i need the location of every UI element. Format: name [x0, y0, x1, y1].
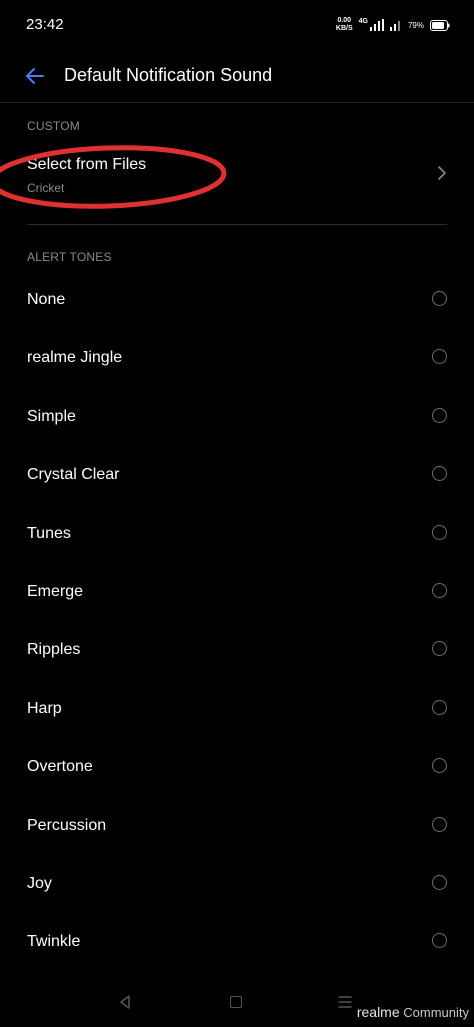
tone-label: Tunes [27, 524, 71, 542]
header-divider [0, 102, 474, 103]
tone-label: None [27, 291, 66, 308]
tone-row[interactable]: Twinkle [0, 913, 474, 971]
tone-label: Ripples [27, 641, 81, 659]
tone-row[interactable]: realme Jingle [0, 329, 474, 387]
radio-unchecked-icon[interactable] [432, 291, 447, 306]
watermark-brand: realme [356, 1004, 400, 1020]
radio-unchecked-icon[interactable] [432, 641, 447, 657]
status-icons: 0.00 KB/S 4G 79% [336, 14, 450, 36]
signal-secondary-icon [389, 21, 400, 31]
tone-row[interactable]: Simple [0, 388, 474, 446]
tone-row[interactable]: None [0, 271, 474, 329]
navigation-bar: realme Community [0, 980, 474, 1027]
section-header-alert-tones: ALERT TONES [27, 250, 112, 264]
tone-row[interactable]: Overtone [0, 738, 474, 796]
tone-label: realme Jingle [27, 349, 123, 367]
select-from-files-item[interactable]: Select from Files Cricket [0, 140, 474, 210]
current-sound-name: Cricket [27, 181, 65, 195]
watermark: realme Community [357, 1004, 469, 1020]
radio-unchecked-icon[interactable] [432, 758, 447, 774]
nav-home-icon[interactable] [230, 996, 242, 1008]
radio-unchecked-icon[interactable] [432, 407, 447, 423]
network-speed-value: 0.00 [337, 17, 352, 24]
radio-unchecked-icon[interactable] [432, 699, 447, 715]
radio-unchecked-icon[interactable] [432, 874, 447, 890]
tone-row[interactable]: Percussion [0, 797, 474, 855]
alert-tones-list: None realme Jingle Simple Crystal Clear Tune… [0, 271, 474, 972]
nav-back-icon[interactable] [118, 994, 132, 1010]
radio-unchecked-icon[interactable] [432, 582, 447, 598]
tone-row[interactable]: Crystal Clear [0, 446, 474, 504]
tone-label: Twinkle [27, 933, 81, 951]
status-bar: 23:42 0.00 KB/S 4G 79% [0, 0, 474, 50]
battery-icon [430, 19, 450, 31]
nav-menu-icon[interactable] [338, 995, 352, 1009]
battery-percentage: 79% [407, 20, 424, 30]
screen: 23:42 0.00 KB/S 4G 79% Default Notificat… [0, 0, 474, 1027]
radio-unchecked-icon[interactable] [432, 349, 447, 365]
section-divider [27, 224, 447, 225]
tone-row[interactable]: Tunes [0, 505, 474, 563]
select-from-files-label: Select from Files [27, 156, 147, 173]
radio-unchecked-icon[interactable] [432, 816, 447, 832]
watermark-suffix: Community [403, 1005, 469, 1020]
page-title: Default Notification Sound [64, 65, 273, 85]
tone-label: Overtone [27, 758, 93, 776]
section-header-custom: CUSTOM [27, 119, 80, 133]
status-time: 23:42 [26, 16, 64, 33]
app-header: Default Notification Sound [0, 50, 474, 102]
arrow-left-icon[interactable] [22, 63, 48, 89]
tone-row[interactable]: Joy [0, 855, 474, 913]
network-type-label: 4G [358, 17, 368, 25]
network-speed: 0.00 KB/S [336, 17, 353, 33]
chevron-right-icon [438, 166, 446, 180]
radio-unchecked-icon[interactable] [432, 466, 447, 482]
network-speed-unit: KB/S [335, 25, 353, 32]
tone-label: Crystal Clear [27, 466, 120, 484]
tone-label: Joy [27, 874, 52, 892]
signal-icon [369, 19, 384, 31]
tone-label: Emerge [27, 582, 84, 600]
tone-label: Simple [27, 407, 76, 425]
tone-label: Percussion [27, 816, 107, 834]
tone-row[interactable]: Ripples [0, 621, 474, 679]
radio-unchecked-icon[interactable] [432, 524, 447, 540]
tone-row[interactable]: Harp [0, 680, 474, 738]
radio-unchecked-icon[interactable] [432, 933, 447, 949]
tone-row[interactable]: Emerge [0, 563, 474, 621]
tone-label: Harp [27, 699, 62, 717]
